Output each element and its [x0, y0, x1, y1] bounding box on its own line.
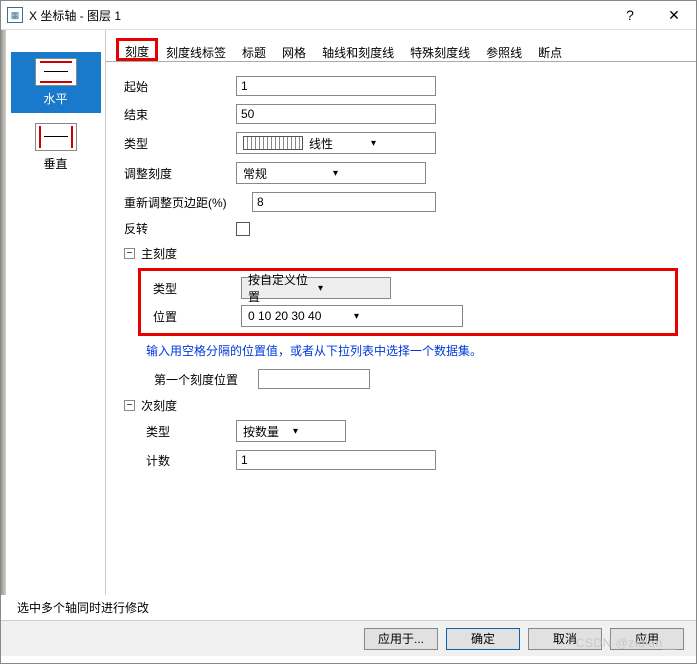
help-button[interactable]: ?: [608, 1, 652, 30]
minor-type-select[interactable]: 按数量 ▾: [236, 420, 346, 442]
button-bar: 应用于... 确定 取消 应用: [1, 620, 696, 656]
highlight-region: 类型 按自定义位置 ▾ 位置 0 10 20 30 40 ▾: [138, 268, 678, 336]
cancel-button[interactable]: 取消: [528, 628, 602, 650]
chevron-down-icon: ▾: [367, 138, 433, 149]
minor-count-input[interactable]: [236, 450, 436, 470]
chevron-down-icon: ▾: [350, 311, 460, 322]
end-label: 结束: [124, 106, 236, 123]
first-tick-label: 第一个刻度位置: [124, 371, 258, 388]
tab-tick-labels[interactable]: 刻度线标签: [158, 40, 234, 61]
major-ticks-group[interactable]: − 主刻度: [124, 245, 678, 262]
rescale-label: 调整刻度: [124, 165, 236, 182]
dialog-body: 水平 垂直 刻度 刻度线标签 标题 网格 轴线和刻度线 特殊刻度线 参照线 断点…: [1, 30, 696, 595]
rescale-value: 常规: [243, 165, 329, 182]
minor-type-value: 按数量: [243, 423, 289, 440]
sidebar-item-vertical[interactable]: 垂直: [11, 117, 101, 178]
end-input[interactable]: [236, 104, 436, 124]
tab-grids[interactable]: 网格: [274, 40, 314, 61]
chevron-down-icon: ▾: [329, 168, 423, 179]
sidebar-item-horizontal[interactable]: 水平: [11, 52, 101, 113]
type-label: 类型: [124, 135, 236, 152]
minor-count-label: 计数: [124, 452, 236, 469]
main-panel: 刻度 刻度线标签 标题 网格 轴线和刻度线 特殊刻度线 参照线 断点 起始 结束: [106, 30, 696, 595]
apply-button[interactable]: 应用: [610, 628, 684, 650]
collapse-icon: −: [124, 400, 135, 411]
major-type-value: 按自定义位置: [248, 271, 314, 305]
rescale-select[interactable]: 常规 ▾: [236, 162, 426, 184]
sidebar-item-label: 垂直: [11, 155, 101, 172]
major-type-label: 类型: [145, 280, 241, 297]
window-title: X 坐标轴 - 图层 1: [29, 7, 608, 24]
close-button[interactable]: ✕: [652, 1, 696, 30]
axis-sidebar: 水平 垂直: [6, 30, 106, 595]
reverse-checkbox[interactable]: [236, 222, 250, 236]
tab-reference-lines[interactable]: 参照线: [478, 40, 530, 61]
major-type-select[interactable]: 按自定义位置 ▾: [241, 277, 391, 299]
minor-ticks-group[interactable]: − 次刻度: [124, 397, 678, 414]
titlebar: ▦ X 坐标轴 - 图层 1 ? ✕: [1, 1, 696, 30]
major-pos-value: 0 10 20 30 40: [248, 309, 350, 323]
margin-label: 重新调整页边距(%): [124, 194, 252, 211]
tab-line-ticks[interactable]: 轴线和刻度线: [314, 40, 402, 61]
linear-type-icon: [243, 136, 303, 150]
major-group-label: 主刻度: [141, 245, 177, 262]
margin-input[interactable]: [252, 192, 436, 212]
tab-title[interactable]: 标题: [234, 40, 274, 61]
major-pos-select[interactable]: 0 10 20 30 40 ▾: [241, 305, 463, 327]
tab-bar: 刻度 刻度线标签 标题 网格 轴线和刻度线 特殊刻度线 参照线 断点: [106, 30, 696, 62]
start-label: 起始: [124, 78, 236, 95]
minor-type-label: 类型: [124, 423, 236, 440]
apply-to-button[interactable]: 应用于...: [364, 628, 438, 650]
content-area: 起始 结束 类型 线性 ▾ 调整刻度: [106, 62, 696, 595]
type-value: 线性: [309, 135, 367, 152]
horizontal-axis-icon: [35, 58, 77, 86]
reverse-label: 反转: [124, 220, 236, 237]
vertical-axis-icon: [35, 123, 77, 151]
first-tick-input[interactable]: [258, 369, 370, 389]
tab-breaks[interactable]: 断点: [530, 40, 570, 61]
tab-scale[interactable]: 刻度: [116, 38, 158, 61]
collapse-icon: −: [124, 248, 135, 259]
ok-button[interactable]: 确定: [446, 628, 520, 650]
type-select[interactable]: 线性 ▾: [236, 132, 436, 154]
chevron-down-icon: ▾: [314, 283, 388, 294]
footer-note: 选中多个轴同时进行修改: [1, 595, 696, 620]
app-icon: ▦: [7, 7, 23, 23]
dialog-window: ▦ X 坐标轴 - 图层 1 ? ✕ 水平 垂直 刻度 刻度线标签 标题 网格 …: [0, 0, 697, 664]
start-input[interactable]: [236, 76, 436, 96]
minor-group-label: 次刻度: [141, 397, 177, 414]
tab-special-ticks[interactable]: 特殊刻度线: [402, 40, 478, 61]
info-hint: 输入用空格分隔的位置值，或者从下拉列表中选择一个数据集。: [146, 342, 678, 359]
chevron-down-icon: ▾: [289, 426, 343, 437]
major-pos-label: 位置: [145, 308, 241, 325]
sidebar-item-label: 水平: [11, 90, 101, 107]
